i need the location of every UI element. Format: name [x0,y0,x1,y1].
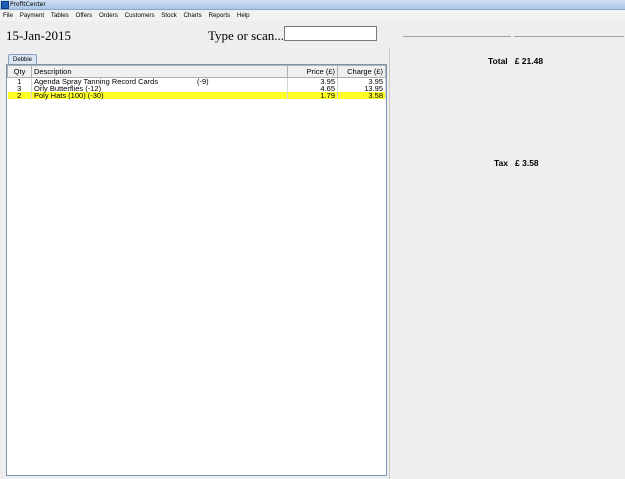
total-label: Total [488,56,508,66]
column-header-description[interactable]: Description [31,65,288,78]
tax-summary: Tax £ 3.58 [494,158,539,168]
tax-value: £ 3.58 [515,158,539,168]
scan-label: Type or scan... [208,28,284,43]
cell-charge: 3.58 [337,92,386,99]
column-header-price[interactable]: Price (£) [287,65,338,78]
menu-offers[interactable]: Offers [74,10,95,21]
menu-tables[interactable]: Tables [49,10,71,21]
item-code: (-9) [197,77,209,86]
order-panel: Qty Description Price (£) Charge (£) 1 A… [6,64,387,476]
window-title: ProfitCenter [10,1,46,8]
menu-payment[interactable]: Payment [18,10,46,21]
cell-description: Poly Hats (100) (-30) [31,91,288,100]
scan-input[interactable] [284,26,377,41]
app-icon [1,1,9,9]
current-date: 15-Jan-2015 [6,28,71,43]
menu-stock[interactable]: Stock [159,10,178,21]
column-header-qty[interactable]: Qty [7,65,32,78]
menu-file[interactable]: File [1,10,15,21]
order-table: Qty Description Price (£) Charge (£) 1 A… [7,65,386,99]
menu-charts[interactable]: Charts [182,10,204,21]
tax-label: Tax [494,158,509,168]
cell-price: 1.79 [287,92,338,99]
item-description: Poly Hats (100) (-30) [34,91,104,100]
column-header-charge[interactable]: Charge (£) [337,65,386,78]
menu-orders[interactable]: Orders [97,10,120,21]
menu-customers[interactable]: Customers [123,10,157,21]
cell-qty: 2 [7,92,32,99]
table-header-row: Qty Description Price (£) Charge (£) [7,65,386,78]
total-value: £ 21.48 [514,56,544,66]
summary-pane [389,48,625,479]
title-bar: ProfitCenter [0,0,625,10]
divider [403,36,511,37]
table-row-selected[interactable]: 2 Poly Hats (100) (-30) 1.79 3.58 [7,91,386,100]
menu-reports[interactable]: Reports [206,10,232,21]
menu-help[interactable]: Help [235,10,252,21]
total-summary: Total £ 21.48 [488,56,543,66]
divider [514,36,624,37]
menu-bar: File Payment Tables Offers Orders Custom… [0,10,625,21]
